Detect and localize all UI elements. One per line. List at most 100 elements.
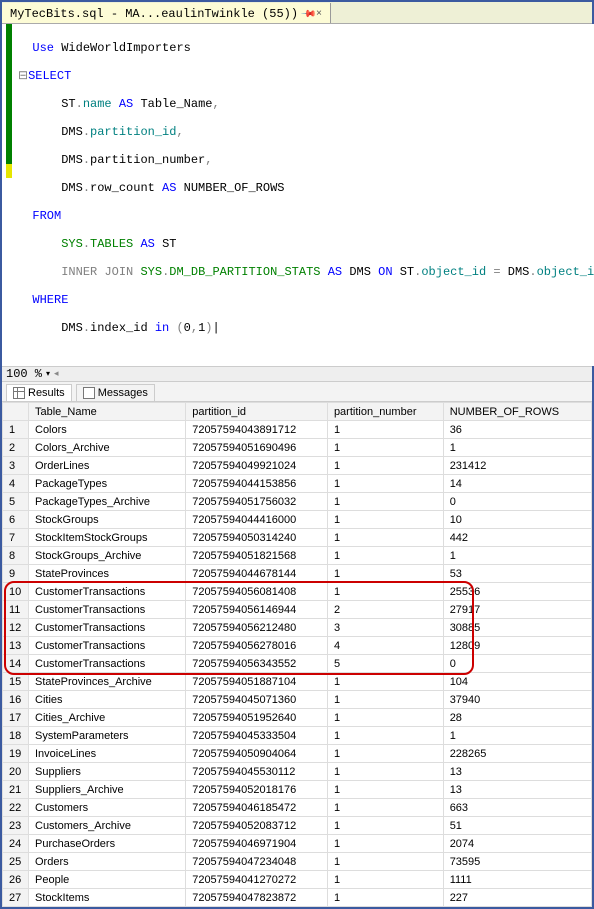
cell-table-name: PackageTypes [29, 475, 186, 493]
cell-table-name: StockItemStockGroups [29, 529, 186, 547]
cell-partition-id: 72057594046185472 [186, 799, 328, 817]
cell-table-name: Suppliers_Archive [29, 781, 186, 799]
table-row[interactable]: 6StockGroups72057594044416000110 [3, 511, 592, 529]
tab-title: MyTecBits.sql - MA...eaulinTwinkle (55)) [10, 7, 298, 21]
file-tab[interactable]: MyTecBits.sql - MA...eaulinTwinkle (55))… [2, 3, 331, 23]
cell-partition-number: 1 [327, 457, 443, 475]
cell-table-name: CustomerTransactions [29, 619, 186, 637]
cell-number-of-rows: 25536 [443, 583, 591, 601]
cell-partition-id: 72057594045333504 [186, 727, 328, 745]
cell-number-of-rows: 0 [443, 655, 591, 673]
table-row[interactable]: 27StockItems720575940478238721227 [3, 889, 592, 907]
results-tab-label: Results [28, 387, 65, 399]
table-row[interactable]: 7StockItemStockGroups7205759405031424014… [3, 529, 592, 547]
row-number: 5 [3, 493, 29, 511]
cell-number-of-rows: 36 [443, 421, 591, 439]
close-icon[interactable]: × [316, 9, 322, 20]
col-number-of-rows[interactable]: NUMBER_OF_ROWS [443, 403, 591, 421]
cell-partition-id: 72057594051690496 [186, 439, 328, 457]
pin-icon[interactable]: 📌 [299, 6, 315, 22]
cell-partition-id: 72057594052018176 [186, 781, 328, 799]
cell-partition-number: 1 [327, 493, 443, 511]
tab-results[interactable]: Results [6, 384, 72, 401]
cell-partition-number: 5 [327, 655, 443, 673]
zoom-value: 100 % [6, 367, 42, 381]
cell-table-name: SystemParameters [29, 727, 186, 745]
cell-number-of-rows: 13 [443, 763, 591, 781]
cell-number-of-rows: 13 [443, 781, 591, 799]
cell-partition-id: 72057594056212480 [186, 619, 328, 637]
scroll-left-icon[interactable]: ◂ [54, 369, 59, 379]
cell-number-of-rows: 228265 [443, 745, 591, 763]
table-row[interactable]: 8StockGroups_Archive7205759405182156811 [3, 547, 592, 565]
table-row[interactable]: 1Colors72057594043891712136 [3, 421, 592, 439]
cell-partition-id: 72057594049921024 [186, 457, 328, 475]
cell-partition-number: 1 [327, 565, 443, 583]
table-row[interactable]: 11CustomerTransactions720575940561469442… [3, 601, 592, 619]
cell-number-of-rows: 30885 [443, 619, 591, 637]
corner-header [3, 403, 29, 421]
table-row[interactable]: 20Suppliers72057594045530112113 [3, 763, 592, 781]
row-number: 17 [3, 709, 29, 727]
cell-table-name: People [29, 871, 186, 889]
table-row[interactable]: 10CustomerTransactions720575940560814081… [3, 583, 592, 601]
table-row[interactable]: 22Customers720575940461854721663 [3, 799, 592, 817]
table-row[interactable]: 21Suppliers_Archive72057594052018176113 [3, 781, 592, 799]
sql-editor[interactable]: Use WideWorldImporters ⊟SELECT ST.name A… [2, 24, 592, 366]
cell-number-of-rows: 12809 [443, 637, 591, 655]
table-row[interactable]: 4PackageTypes72057594044153856114 [3, 475, 592, 493]
cell-number-of-rows: 227 [443, 889, 591, 907]
cell-table-name: Cities_Archive [29, 709, 186, 727]
cell-partition-number: 1 [327, 583, 443, 601]
table-row[interactable]: 16Cities72057594045071360137940 [3, 691, 592, 709]
zoom-dropdown-icon[interactable]: ▾ [46, 369, 50, 379]
row-number: 24 [3, 835, 29, 853]
row-number: 6 [3, 511, 29, 529]
row-number: 12 [3, 619, 29, 637]
table-row[interactable]: 13CustomerTransactions720575940562780164… [3, 637, 592, 655]
cell-table-name: StockGroups [29, 511, 186, 529]
cell-partition-number: 1 [327, 673, 443, 691]
tab-messages[interactable]: Messages [76, 384, 155, 401]
messages-icon [83, 387, 95, 399]
table-row[interactable]: 12CustomerTransactions720575940562124803… [3, 619, 592, 637]
row-number: 3 [3, 457, 29, 475]
cell-table-name: Suppliers [29, 763, 186, 781]
table-row[interactable]: 3OrderLines720575940499210241231412 [3, 457, 592, 475]
code-area[interactable]: Use WideWorldImporters ⊟SELECT ST.name A… [12, 24, 594, 366]
table-row[interactable]: 19InvoiceLines720575940509040641228265 [3, 745, 592, 763]
row-number: 16 [3, 691, 29, 709]
col-partition-number[interactable]: partition_number [327, 403, 443, 421]
cell-partition-id: 72057594046971904 [186, 835, 328, 853]
table-row[interactable]: 18SystemParameters7205759404533350411 [3, 727, 592, 745]
cell-partition-id: 72057594052083712 [186, 817, 328, 835]
cell-table-name: OrderLines [29, 457, 186, 475]
cell-number-of-rows: 1 [443, 727, 591, 745]
grid-icon [13, 387, 25, 399]
table-row[interactable]: 23Customers_Archive72057594052083712151 [3, 817, 592, 835]
table-row[interactable]: 26People7205759404127027211111 [3, 871, 592, 889]
table-row[interactable]: 17Cities_Archive72057594051952640128 [3, 709, 592, 727]
cell-partition-id: 72057594056146944 [186, 601, 328, 619]
table-row[interactable]: 9StateProvinces72057594044678144153 [3, 565, 592, 583]
col-table-name[interactable]: Table_Name [29, 403, 186, 421]
cell-table-name: Customers [29, 799, 186, 817]
cell-partition-number: 1 [327, 799, 443, 817]
table-row[interactable]: 15StateProvinces_Archive7205759405188710… [3, 673, 592, 691]
row-number: 11 [3, 601, 29, 619]
table-row[interactable]: 5PackageTypes_Archive7205759405175603210 [3, 493, 592, 511]
cell-table-name: PurchaseOrders [29, 835, 186, 853]
table-row[interactable]: 14CustomerTransactions720575940563435525… [3, 655, 592, 673]
table-row[interactable]: 24PurchaseOrders7205759404697190412074 [3, 835, 592, 853]
cell-partition-number: 1 [327, 817, 443, 835]
cell-table-name: Colors_Archive [29, 439, 186, 457]
cell-partition-number: 1 [327, 547, 443, 565]
table-row[interactable]: 25Orders72057594047234048173595 [3, 853, 592, 871]
cell-partition-number: 1 [327, 835, 443, 853]
results-grid[interactable]: Table_Name partition_id partition_number… [2, 402, 592, 907]
col-partition-id[interactable]: partition_id [186, 403, 328, 421]
cell-table-name: CustomerTransactions [29, 655, 186, 673]
cell-partition-id: 72057594056081408 [186, 583, 328, 601]
cell-partition-number: 3 [327, 619, 443, 637]
table-row[interactable]: 2Colors_Archive7205759405169049611 [3, 439, 592, 457]
